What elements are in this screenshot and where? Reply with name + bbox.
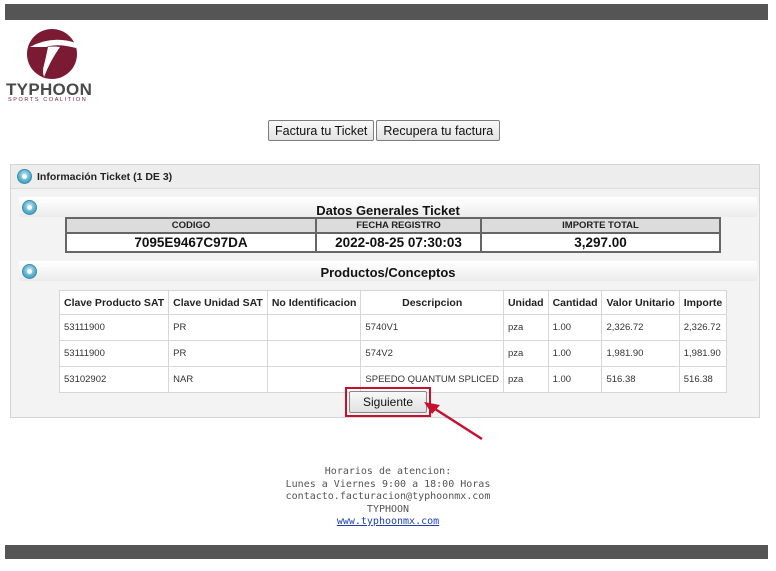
products-table: Clave Producto SAT Clave Unidad SAT No I…: [58, 290, 728, 393]
footer-hours-title: Horarios de atencion:: [324, 466, 452, 477]
cell-clave-unidad: PR: [168, 340, 268, 367]
general-section-title: Datos Generales Ticket: [316, 203, 460, 218]
bottom-bar: [5, 545, 768, 559]
table-row: 53111900 PR 574V2 pza 1.00 1,981.90 1,98…: [58, 340, 728, 367]
cell-importe: 1,981.90: [678, 340, 728, 367]
ticket-code: 7095E9467C97DA: [65, 232, 317, 253]
col-cantidad: Cantidad: [547, 290, 603, 315]
footer-website-link[interactable]: www.typhoonmx.com: [337, 516, 439, 527]
cell-unidad: pza: [502, 314, 549, 341]
cell-valor-unitario: 1,981.90: [601, 340, 680, 367]
footer-company: TYPHOON: [366, 503, 410, 515]
header-fecha-registro: FECHA REGISTRO: [315, 217, 482, 234]
col-clave-producto: Clave Producto SAT: [58, 290, 170, 315]
recover-invoice-button[interactable]: Recupera tu factura: [376, 120, 501, 141]
col-importe: Importe: [678, 290, 728, 315]
cell-descripcion: 574V2: [360, 340, 504, 367]
cell-clave-producto: 53111900: [58, 314, 170, 341]
products-section-title: Productos/Conceptos: [320, 265, 456, 280]
cell-descripcion: 5740V1: [360, 314, 504, 341]
invoice-ticket-button[interactable]: Factura tu Ticket: [268, 120, 375, 141]
col-descripcion: Descripcion: [360, 290, 504, 315]
cell-clave-producto: 53102902: [58, 366, 170, 393]
cell-unidad: pza: [502, 366, 549, 393]
cell-clave-producto: 53111900: [58, 340, 170, 367]
cell-valor-unitario: 516.38: [601, 366, 680, 393]
top-bar: [5, 4, 768, 20]
panel-title: Información Ticket (1 DE 3): [37, 171, 173, 183]
next-button[interactable]: Siguiente: [349, 391, 427, 413]
cell-clave-unidad: NAR: [168, 366, 268, 393]
cell-cantidad: 1.00: [547, 340, 603, 367]
panel-header[interactable]: Información Ticket (1 DE 3): [11, 165, 759, 189]
cell-no-identificacion: [266, 340, 362, 367]
total-amount: 3,297.00: [480, 232, 721, 253]
top-nav: Factura tu Ticket Recupera tu factura: [268, 120, 501, 141]
col-valor-unitario: Valor Unitario: [601, 290, 680, 315]
general-data-table: CODIGO FECHA REGISTRO IMPORTE TOTAL 7095…: [65, 217, 721, 253]
cell-unidad: pza: [502, 340, 549, 367]
table-row: 53111900 PR 5740V1 pza 1.00 2,326.72 2,3…: [58, 314, 728, 341]
collapse-icon[interactable]: [17, 169, 32, 184]
footer: Horarios de atencion: Lunes a Viernes 9:…: [0, 466, 776, 529]
header-importe-total: IMPORTE TOTAL: [480, 217, 721, 234]
annotation-arrow-icon: [424, 402, 483, 441]
cell-valor-unitario: 2,326.72: [601, 314, 680, 341]
cell-clave-unidad: PR: [168, 314, 268, 341]
footer-email: contacto.facturacion@typhoonmx.com: [285, 491, 491, 502]
cell-cantidad: 1.00: [547, 366, 603, 393]
cell-cantidad: 1.00: [547, 314, 603, 341]
brand-subtitle: SPORTS COALITION: [8, 97, 88, 103]
footer-hours: Lunes a Viernes 9:00 a 18:00 Horas: [285, 478, 491, 490]
registration-date: 2022-08-25 07:30:03: [315, 232, 482, 253]
cell-importe: 516.38: [678, 366, 728, 393]
cell-importe: 2,326.72: [678, 314, 728, 341]
col-unidad: Unidad: [502, 290, 549, 315]
general-section-header: Datos Generales Ticket: [19, 197, 757, 218]
header-codigo: CODIGO: [65, 217, 317, 234]
col-no-identificacion: No Identificacion: [266, 290, 362, 315]
cell-no-identificacion: [266, 314, 362, 341]
col-clave-unidad: Clave Unidad SAT: [168, 290, 268, 315]
ticket-info-panel: Información Ticket (1 DE 3) Datos Genera…: [10, 164, 760, 418]
products-section-header: Productos/Conceptos: [19, 261, 757, 281]
